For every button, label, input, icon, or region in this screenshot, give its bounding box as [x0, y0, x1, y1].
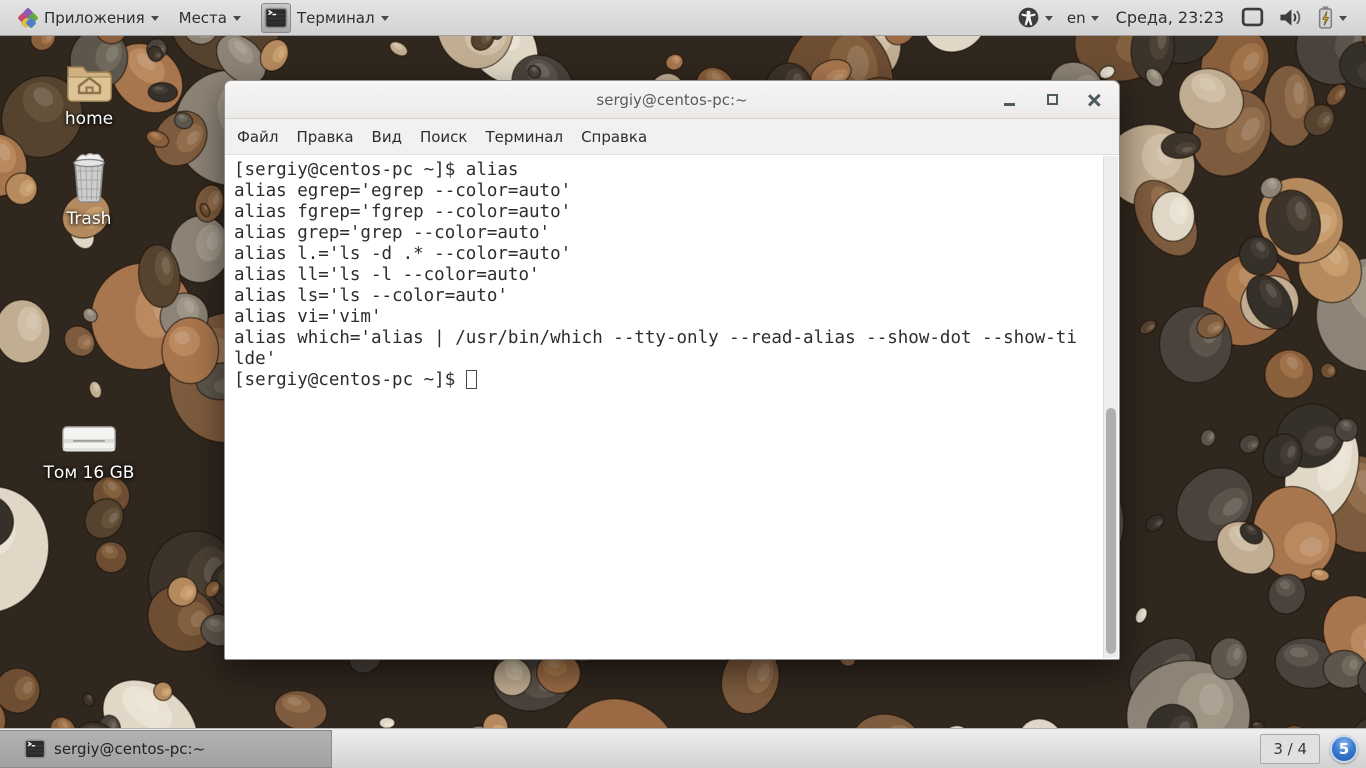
chevron-down-icon — [1090, 16, 1099, 21]
display-icon — [1241, 7, 1264, 28]
applications-menu[interactable]: Приложения — [8, 0, 169, 35]
maximize-button[interactable] — [1044, 92, 1060, 108]
minimize-button[interactable] — [1001, 92, 1017, 108]
desktop-icon-home[interactable]: home — [31, 58, 147, 129]
terminal-content[interactable]: [sergiy@centos-pc ~]$ alias alias egrep=… — [225, 155, 1119, 659]
terminal-prompt: [sergiy@centos-pc ~]$ — [234, 370, 466, 390]
terminal-app-icon — [24, 738, 46, 760]
menu-view[interactable]: Вид — [363, 122, 411, 152]
applications-menu-label: Приложения — [44, 8, 145, 27]
accessibility-menu[interactable] — [1010, 0, 1060, 35]
menu-search[interactable]: Поиск — [411, 122, 477, 152]
terminal-line: alias vi='vim' — [234, 307, 382, 327]
drive-icon — [60, 422, 118, 458]
window-titlebar[interactable]: sergiy@centos-pc:~ — [225, 81, 1119, 119]
terminal-output: [sergiy@centos-pc ~]$ alias alias egrep=… — [225, 155, 1119, 391]
menu-file[interactable]: Файл — [228, 122, 287, 152]
places-menu-label: Места — [178, 8, 227, 27]
volume-indicator[interactable] — [1271, 0, 1310, 35]
scrollbar-thumb[interactable] — [1106, 408, 1116, 654]
display-indicator[interactable] — [1234, 0, 1271, 35]
desktop-icon-trash[interactable]: Trash — [31, 152, 147, 229]
menu-terminal[interactable]: Терминал — [476, 122, 572, 152]
terminal-line: alias grep='grep --color=auto' — [234, 223, 551, 243]
language-indicator[interactable]: en — [1060, 0, 1106, 35]
home-folder-icon — [64, 58, 114, 104]
taskbar-window-label: sergiy@centos-pc:~ — [54, 740, 206, 758]
workspace-indicator[interactable]: 3 / 4 — [1260, 733, 1320, 764]
battery-icon — [1317, 5, 1334, 30]
desktop-icon-volume[interactable]: Том 16 GB — [31, 422, 147, 483]
terminal-line: lde' — [234, 349, 277, 369]
panel-menus: Приложения Места Терминал — [0, 0, 399, 35]
accessibility-icon — [1017, 6, 1040, 29]
close-button[interactable] — [1087, 92, 1103, 108]
terminal-line: alias ls='ls --color=auto' — [234, 286, 508, 306]
chevron-down-icon — [150, 16, 159, 21]
desktop-icon-label: Trash — [66, 209, 112, 229]
desktop-icon-label: home — [64, 109, 114, 129]
window-title: sergiy@centos-pc:~ — [596, 90, 748, 109]
terminal-line: [sergiy@centos-pc ~]$ alias — [234, 160, 519, 180]
language-label: en — [1066, 8, 1086, 27]
active-app-menu[interactable]: Терминал — [251, 0, 399, 35]
terminal-cursor — [465, 370, 477, 389]
notification-badge[interactable]: 5 — [1330, 734, 1358, 763]
battery-indicator[interactable] — [1310, 0, 1354, 35]
volume-icon — [1278, 6, 1303, 29]
clock[interactable]: Среда, 23:23 — [1106, 8, 1234, 27]
taskbar: sergiy@centos-pc:~ 3 / 4 5 — [0, 728, 1366, 768]
panel-status-area: en Среда, 23:23 — [1010, 0, 1366, 35]
chevron-down-icon — [233, 16, 241, 21]
terminal-scrollbar[interactable] — [1103, 156, 1118, 658]
taskbar-window-button[interactable]: sergiy@centos-pc:~ — [0, 730, 332, 768]
chevron-down-icon — [380, 16, 389, 21]
menu-edit[interactable]: Правка — [287, 122, 362, 152]
top-panel: Приложения Места Терминал en Среда, 23:2… — [0, 0, 1366, 36]
terminal-line: alias ll='ls -l --color=auto' — [234, 265, 540, 285]
terminal-line: alias which='alias | /usr/bin/which --tt… — [234, 328, 1077, 348]
terminal-line: alias l.='ls -d .* --color=auto' — [234, 244, 572, 264]
terminal-line: alias fgrep='fgrep --color=auto' — [234, 202, 572, 222]
chevron-down-icon — [1339, 16, 1347, 21]
chevron-down-icon — [1044, 16, 1053, 21]
window-controls — [1001, 81, 1103, 118]
terminal-window: sergiy@centos-pc:~ Файл Правка Вид Поиск… — [224, 80, 1120, 660]
menu-help[interactable]: Справка — [572, 122, 656, 152]
desktop-icon-label: Том 16 GB — [43, 463, 135, 483]
trash-icon — [67, 152, 111, 204]
taskbar-right: 3 / 4 5 — [1260, 733, 1366, 764]
active-app-label: Терминал — [297, 8, 375, 27]
terminal-prompt-line: [sergiy@centos-pc ~]$ — [234, 370, 1099, 391]
terminal-menubar: Файл Правка Вид Поиск Терминал Справка — [225, 119, 1119, 155]
terminal-line: alias egrep='egrep --color=auto' — [234, 181, 572, 201]
terminal-app-icon — [261, 2, 291, 33]
applications-menu-icon — [17, 6, 39, 29]
places-menu[interactable]: Места — [169, 0, 251, 35]
